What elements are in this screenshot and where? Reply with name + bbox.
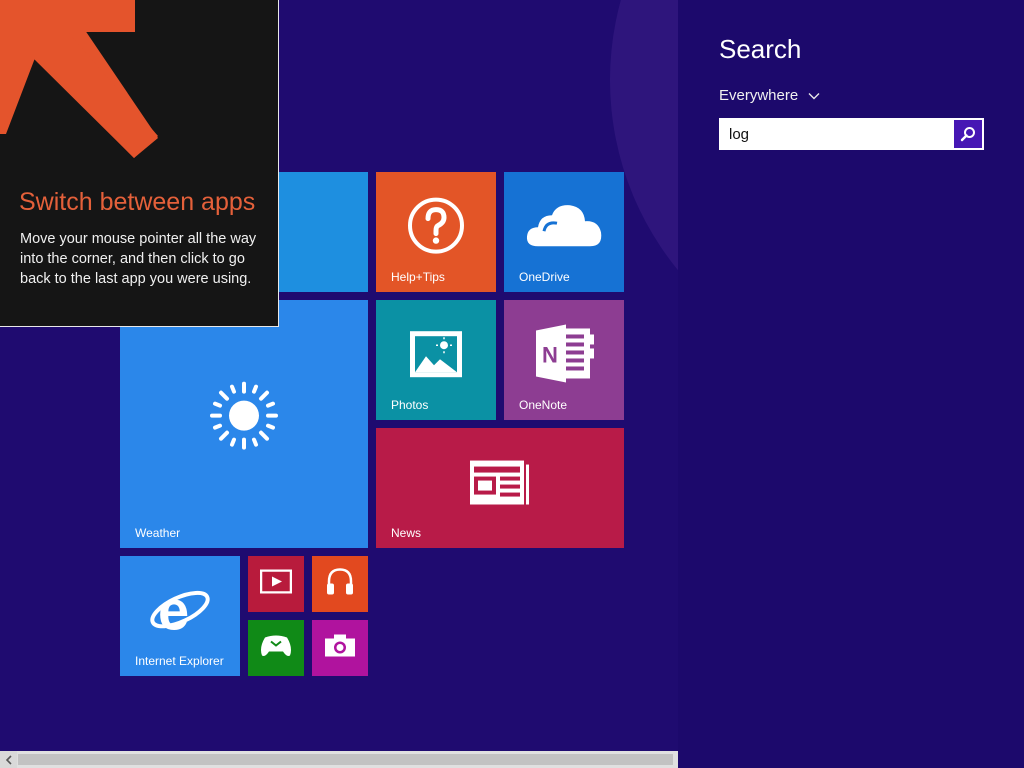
headphones-icon <box>325 567 355 602</box>
tile-games[interactable] <box>248 620 304 676</box>
tile-onedrive[interactable]: OneDrive <box>504 172 624 292</box>
svg-text:N: N <box>542 342 558 367</box>
tile-label: Internet Explorer <box>135 654 224 668</box>
tile-label: OneNote <box>519 398 568 412</box>
chevron-left-icon <box>5 754 12 765</box>
search-scope-dropdown[interactable]: Everywhere <box>719 87 820 104</box>
chevron-down-icon <box>808 92 820 99</box>
tile-camera[interactable] <box>312 620 368 676</box>
internet-explorer-icon: e <box>148 579 212 645</box>
search-icon <box>960 127 975 142</box>
question-icon <box>406 196 466 261</box>
search-input[interactable] <box>721 120 954 148</box>
scroll-left-button[interactable] <box>0 751 17 768</box>
tile-onenote[interactable]: N OneNote <box>504 300 624 420</box>
tile-internet-explorer[interactable]: e Internet Explorer <box>120 556 240 676</box>
cloud-icon <box>524 201 604 256</box>
game-controller-icon <box>259 634 293 663</box>
tile-photos[interactable]: Photos <box>376 300 496 420</box>
photo-icon <box>408 329 464 384</box>
tile-music[interactable] <box>312 556 368 612</box>
tip-body: Move your mouse pointer all the way into… <box>20 231 257 287</box>
svg-text:e: e <box>158 580 189 640</box>
sun-icon <box>210 381 278 455</box>
camera-icon <box>324 634 356 663</box>
scroll-thumb[interactable] <box>18 754 673 765</box>
tile-label: Weather <box>135 526 181 540</box>
tip-title: Switch between apps <box>19 188 256 216</box>
search-button[interactable] <box>954 120 982 148</box>
tile-label: OneDrive <box>519 270 570 284</box>
search-title: Search <box>719 34 802 64</box>
search-pane: Search Everywhere <box>678 0 1024 768</box>
video-icon <box>259 569 293 599</box>
tile-weather[interactable]: Weather <box>120 300 368 548</box>
arrow-up-left-icon <box>0 0 158 158</box>
horizontal-scrollbar[interactable] <box>0 751 678 768</box>
search-box <box>719 118 984 150</box>
onenote-icon: N <box>532 322 596 389</box>
tile-news[interactable]: News <box>376 428 624 548</box>
tile-label: Photos <box>391 398 429 412</box>
newspaper-icon <box>470 460 530 510</box>
tip-panel: Switch between apps Move your mouse poin… <box>0 0 279 327</box>
tile-label: News <box>391 526 422 540</box>
search-scope-label: Everywhere <box>719 87 799 104</box>
tile-help-tips[interactable]: Help+Tips <box>376 172 496 292</box>
tile-label: Help+Tips <box>391 270 445 284</box>
tile-video[interactable] <box>248 556 304 612</box>
